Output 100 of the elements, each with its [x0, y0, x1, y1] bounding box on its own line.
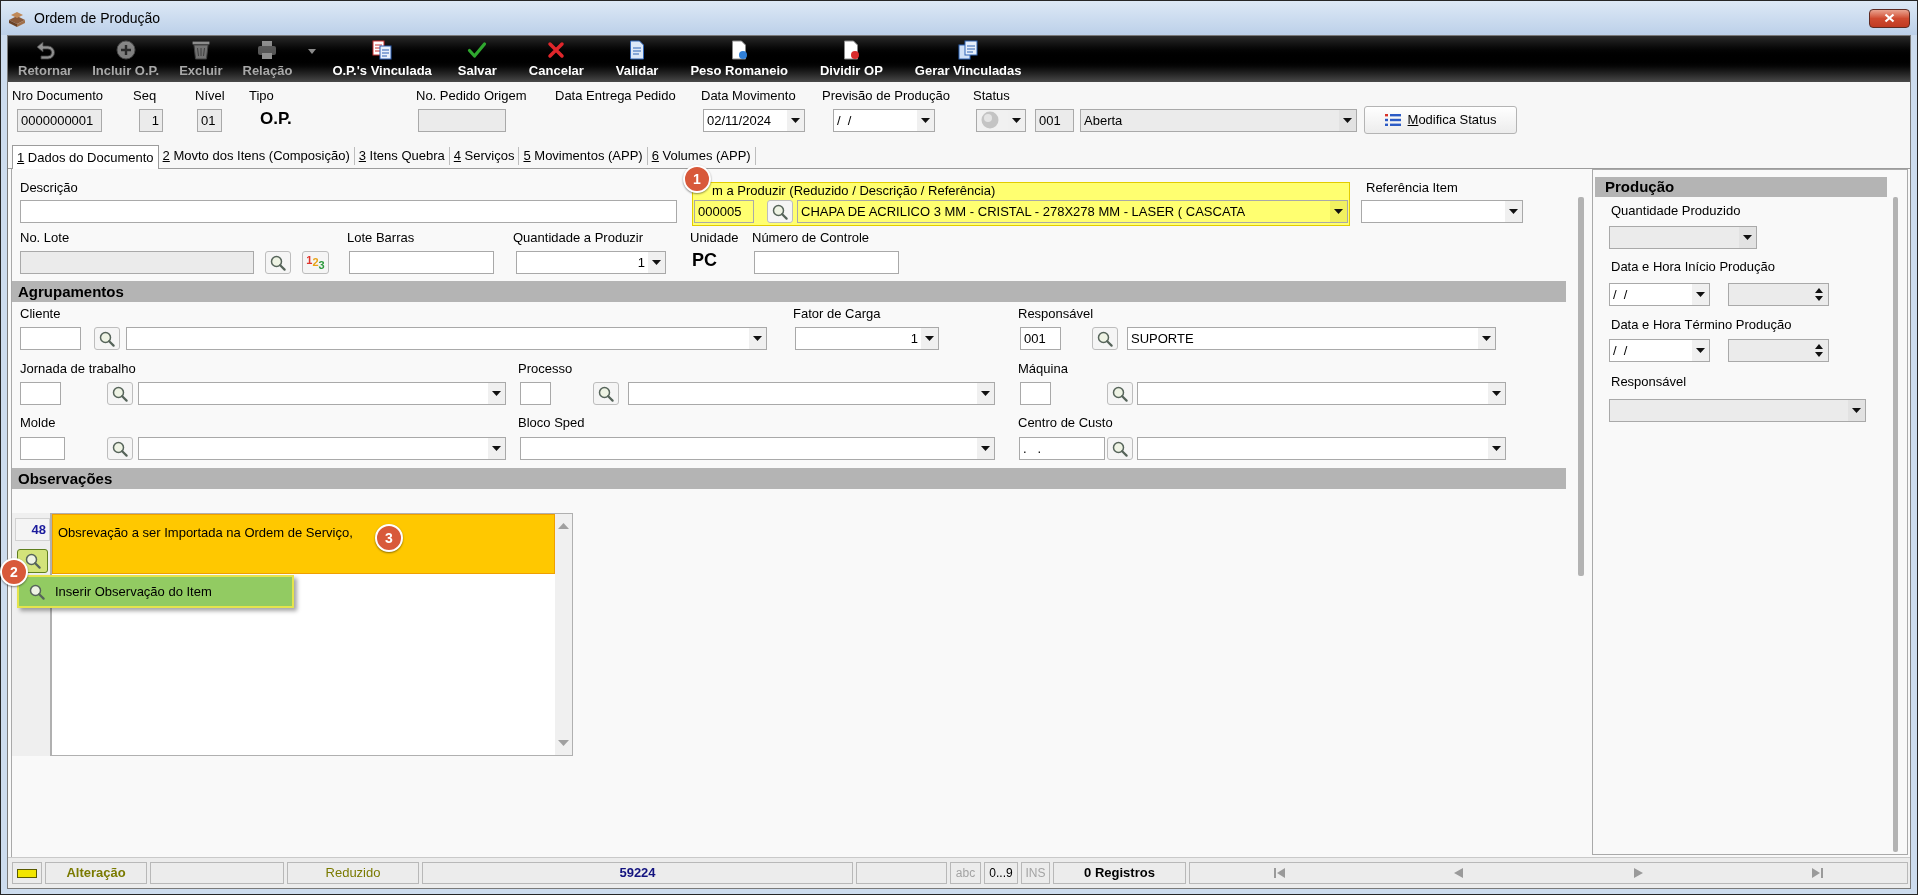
caret-icon	[652, 260, 661, 265]
order-type: O.P.	[260, 108, 292, 130]
indicator-icon	[17, 868, 37, 878]
field-label: Referência Item	[1366, 179, 1458, 197]
date-field[interactable]: / /	[833, 109, 935, 132]
field-label: Número de Controle	[752, 229, 870, 247]
caret-icon	[1696, 348, 1705, 353]
status-color-dropdown[interactable]	[976, 108, 1026, 132]
return-arrow-icon	[35, 40, 56, 60]
tab[interactable]: 6 Volumes (APP)	[647, 147, 756, 165]
cancel-button[interactable]: Cancelar	[514, 38, 598, 82]
text-field[interactable]: 001	[1020, 327, 1061, 350]
last-record-icon[interactable]	[1811, 868, 1823, 878]
field-label: Descrição	[20, 179, 78, 197]
next-record-icon[interactable]	[1633, 868, 1643, 878]
section-header: Observações	[12, 468, 1566, 489]
field-label: Centro de Custo	[1018, 414, 1113, 432]
modify-status-button[interactable]: Modifica Status	[1364, 106, 1517, 134]
search-button[interactable]	[1107, 382, 1133, 405]
checkmark-icon	[467, 40, 488, 60]
text-field[interactable]	[20, 437, 65, 460]
dropdown-field[interactable]	[1137, 382, 1506, 405]
linked-orders-button[interactable]: O.P.'s Vinculada	[324, 38, 440, 82]
text-field[interactable]: 000005	[694, 200, 754, 223]
dropdown-field[interactable]: CHAPA DE ACRILICO 3 MM - CRISTAL - 278X278 MM - LASER ( CASCATA	[797, 200, 1348, 223]
text-field[interactable]	[349, 251, 494, 274]
text-field[interactable]	[20, 327, 81, 350]
section-header: Agrupamentos	[12, 281, 1566, 302]
dropdown-field[interactable]: 1	[516, 251, 666, 274]
tab[interactable]: 3 Itens Quebra	[354, 147, 450, 165]
search-button[interactable]	[1092, 327, 1118, 350]
search-button[interactable]	[265, 251, 291, 274]
list-icon	[1384, 114, 1401, 126]
dropdown-field[interactable]	[138, 437, 506, 460]
text-field[interactable]	[20, 200, 677, 223]
tab[interactable]: 4 Serviços	[449, 147, 520, 165]
search-button[interactable]	[107, 437, 133, 460]
search-button[interactable]	[767, 200, 793, 223]
document-icon	[841, 40, 862, 60]
dropdown-field[interactable]	[1361, 200, 1523, 223]
close-icon	[1884, 13, 1895, 23]
search-button[interactable]	[107, 382, 133, 405]
key-indicator: INS	[1021, 862, 1050, 884]
dropdown-field[interactable]: 1	[795, 327, 939, 350]
field-label: Data Movimento	[701, 87, 796, 105]
text-field[interactable]	[754, 251, 899, 274]
dropdown-field[interactable]: SUPORTE	[1127, 327, 1496, 350]
dropdown-field[interactable]	[520, 437, 995, 460]
scrollbar[interactable]	[1893, 197, 1898, 852]
tab[interactable]: 2 Movto dos Itens (Composição)	[158, 147, 355, 165]
field-label: Seq	[133, 87, 157, 105]
field-label: Nro Documento	[12, 87, 104, 105]
caret-icon	[1482, 336, 1491, 341]
close-button[interactable]	[1869, 8, 1910, 28]
split-order-button[interactable]: Dividir OP	[805, 38, 897, 82]
callout-marker: 3	[375, 524, 403, 552]
date-field[interactable]: / /	[1609, 283, 1710, 306]
caret-icon	[753, 336, 762, 341]
scroll-up-icon	[558, 523, 569, 529]
scrollbar[interactable]	[1578, 197, 1584, 576]
document-icon	[729, 40, 750, 60]
date-field[interactable]: / /	[1609, 339, 1710, 362]
field-label: Lote Barras	[347, 229, 415, 247]
search-button[interactable]	[593, 382, 619, 405]
search-button[interactable]	[1107, 437, 1133, 460]
save-button[interactable]: Salvar	[443, 38, 511, 82]
dropdown-field[interactable]	[138, 382, 506, 405]
text-field[interactable]: . .	[1019, 437, 1105, 460]
scrollbar[interactable]	[555, 514, 572, 755]
field-label: Fator de Carga	[793, 305, 881, 323]
field-label: Bloco Sped	[518, 414, 585, 432]
caret-icon	[1343, 117, 1352, 123]
field-label: Processo	[518, 360, 573, 378]
text-field[interactable]	[1020, 382, 1051, 405]
field-label: Quantidade a Produzir	[513, 229, 644, 247]
tab[interactable]: 1 Dados do Documento	[12, 145, 159, 169]
time-field[interactable]	[1728, 339, 1829, 362]
previous-record-icon[interactable]	[1454, 868, 1464, 878]
search-button[interactable]	[94, 327, 120, 350]
scroll-down-icon	[558, 740, 569, 746]
first-record-icon[interactable]	[1274, 868, 1286, 878]
time-field[interactable]	[1728, 283, 1829, 306]
text-field[interactable]	[20, 382, 61, 405]
validate-button[interactable]: Validar	[601, 38, 673, 82]
caret-icon	[1492, 446, 1501, 451]
field-label: No. Pedido Origem	[416, 87, 527, 105]
menu-item[interactable]: Inserir Observação do Item	[17, 575, 294, 608]
dropdown-field[interactable]	[126, 327, 767, 350]
date-field[interactable]: 02/11/2024	[703, 109, 805, 132]
dropdown-field[interactable]	[1137, 437, 1506, 460]
search-icon	[598, 385, 614, 402]
tab[interactable]: 5 Movimentos (APP)	[519, 147, 648, 165]
text-field[interactable]	[520, 382, 551, 405]
field-label: Tipo	[249, 87, 274, 105]
generate-linked-button[interactable]: Gerar Vinculadas	[900, 38, 1036, 82]
dropdown-field[interactable]	[628, 382, 995, 405]
caret-icon	[492, 391, 501, 396]
weight-list-button[interactable]: Peso Romaneio	[676, 38, 802, 82]
search-icon	[29, 583, 45, 600]
key-indicator: 0...9	[984, 862, 1018, 884]
